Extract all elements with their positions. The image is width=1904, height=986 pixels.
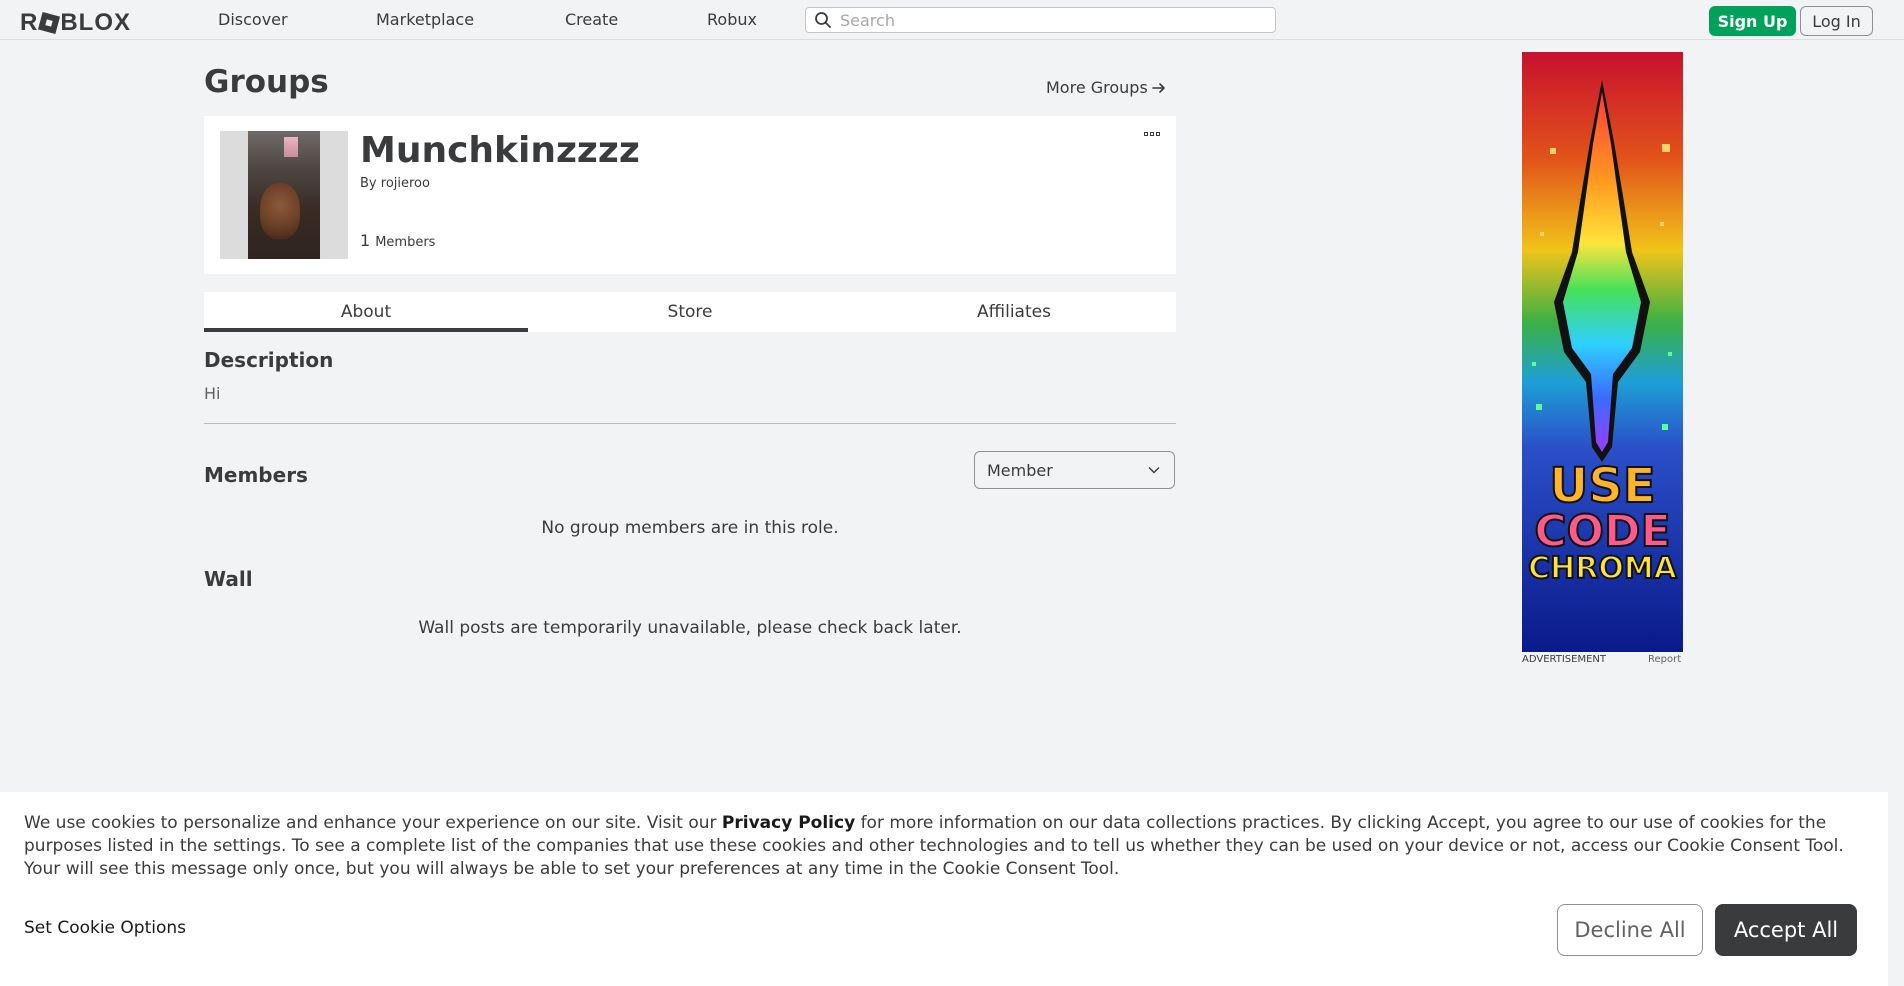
- emblem-poster: [284, 137, 298, 157]
- member-count-label: Members: [375, 235, 436, 250]
- arrow-right-icon: [1151, 82, 1165, 93]
- member-count-value: 1: [360, 231, 371, 250]
- privacy-policy-label: Privacy Policy: [721, 813, 856, 833]
- tab-affiliates[interactable]: Affiliates: [852, 292, 1176, 332]
- chevron-down-icon: [1148, 467, 1160, 474]
- search-input[interactable]: [840, 10, 1260, 30]
- nav-discover-link[interactable]: Discover: [218, 10, 288, 29]
- cookie-message: We use cookies to personalize and enhanc…: [24, 812, 1864, 881]
- privacy-policy-link[interactable]: Privacy Policy: [722, 813, 855, 833]
- members-empty-message: No group members are in this role.: [541, 518, 839, 538]
- ad-headline: USE CODE CHROMA: [1522, 458, 1683, 586]
- cookie-consent-banner: We use cookies to personalize and enhanc…: [0, 792, 1888, 986]
- description-text: Hi: [204, 384, 221, 403]
- tab-store[interactable]: Store: [528, 292, 852, 332]
- more-groups-link[interactable]: More Groups: [1046, 78, 1166, 97]
- decline-all-button[interactable]: Decline All: [1557, 904, 1703, 956]
- log-in-button[interactable]: Log In: [1800, 6, 1873, 36]
- advertisement-label: ADVERTISEMENT: [1522, 654, 1607, 665]
- report-ad-link[interactable]: Report: [1648, 654, 1681, 665]
- emblem-dog: [260, 183, 300, 239]
- role-dropdown[interactable]: Member: [974, 451, 1175, 489]
- members-heading: Members: [204, 463, 308, 487]
- logo-letter-r: R: [20, 9, 39, 36]
- search-icon: [815, 12, 831, 28]
- group-name: Munchkinzzzz: [360, 130, 640, 171]
- logo-letters-blox: BLOX: [60, 9, 132, 36]
- logo-o-icon: [38, 11, 61, 35]
- advertisement-banner[interactable]: USE CODE CHROMA: [1522, 52, 1683, 652]
- set-cookie-options-link[interactable]: Set Cookie Options: [24, 918, 186, 938]
- nav-create-link[interactable]: Create: [565, 10, 618, 29]
- accept-all-button[interactable]: Accept All: [1715, 904, 1857, 956]
- group-by-label: By: [360, 176, 377, 191]
- group-owner-line: By rojieroo: [360, 176, 430, 191]
- nav-marketplace-link[interactable]: Marketplace: [376, 10, 474, 29]
- sign-up-button[interactable]: Sign Up: [1709, 6, 1796, 36]
- description-heading: Description: [204, 348, 334, 372]
- section-divider: [204, 423, 1176, 424]
- search-box[interactable]: [805, 7, 1276, 33]
- ad-line-2: CODE: [1533, 506, 1671, 557]
- page-title: Groups: [204, 64, 329, 100]
- wall-heading: Wall: [204, 567, 253, 591]
- ad-line-3: CHROMA: [1527, 551, 1678, 586]
- nav-robux-link[interactable]: Robux: [707, 10, 757, 29]
- top-navigation-bar: R BLOX Discover Marketplace Create Robux …: [0, 0, 1904, 40]
- more-options-dot: [1156, 132, 1160, 136]
- tab-about[interactable]: About: [204, 292, 528, 332]
- more-options-dot: [1150, 132, 1154, 136]
- group-tabs: About Store Affiliates: [204, 292, 1176, 332]
- wall-empty-message: Wall posts are temporarily unavailable, …: [418, 618, 962, 638]
- group-member-count: 1 Members: [360, 231, 435, 250]
- more-options-icon[interactable]: [1144, 132, 1160, 136]
- role-dropdown-value: Member: [987, 460, 1053, 480]
- more-groups-label: More Groups: [1046, 78, 1148, 97]
- page-scrollbar[interactable]: [1888, 40, 1904, 986]
- cookie-text-before: We use cookies to personalize and enhanc…: [24, 813, 722, 833]
- group-header-card: Munchkinzzzz By rojieroo 1 Members: [204, 116, 1176, 274]
- roblox-logo[interactable]: R BLOX: [20, 9, 131, 37]
- group-emblem-image[interactable]: [220, 131, 348, 259]
- ad-line-1: USE: [1548, 458, 1656, 514]
- group-owner-link[interactable]: rojieroo: [381, 176, 430, 191]
- more-options-dot: [1144, 132, 1148, 136]
